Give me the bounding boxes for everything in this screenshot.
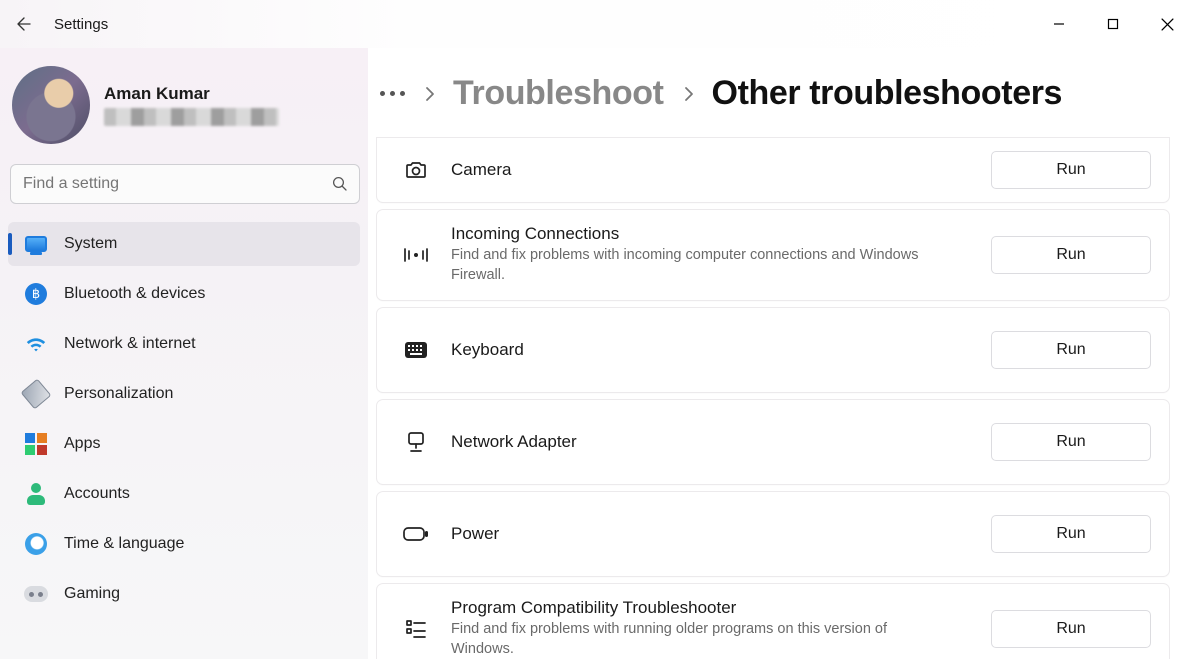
person-icon — [24, 482, 48, 506]
profile-name: Aman Kumar — [104, 84, 279, 104]
sidebar-item-label: Gaming — [64, 585, 120, 603]
troubleshooter-camera: Camera Run — [376, 137, 1170, 203]
main-content: Troubleshoot Other troubleshooters Camer… — [368, 48, 1194, 659]
troubleshooter-keyboard: Keyboard Run — [376, 307, 1170, 393]
sidebar-item-personalization[interactable]: Personalization — [8, 372, 360, 416]
chevron-right-icon — [423, 86, 435, 102]
troubleshooter-title: Keyboard — [451, 340, 975, 360]
sidebar-item-label: Time & language — [64, 535, 184, 553]
troubleshooter-title: Incoming Connections — [451, 224, 975, 244]
troubleshooter-desc: Find and fix problems with running older… — [451, 620, 931, 659]
camera-icon — [397, 158, 435, 182]
troubleshooter-network-adapter: Network Adapter Run — [376, 399, 1170, 485]
troubleshooter-list: Camera Run Incoming Connections Find and… — [376, 137, 1170, 659]
avatar — [12, 66, 90, 144]
profile-block[interactable]: Aman Kumar — [8, 60, 360, 162]
close-icon — [1161, 18, 1174, 31]
battery-icon — [397, 525, 435, 543]
maximize-icon — [1107, 18, 1119, 30]
keyboard-icon — [397, 341, 435, 359]
run-button[interactable]: Run — [991, 515, 1151, 553]
search-icon[interactable] — [331, 175, 349, 193]
paintbrush-icon — [24, 382, 48, 406]
signal-icon — [397, 243, 435, 267]
sidebar-item-gaming[interactable]: Gaming — [8, 572, 360, 616]
troubleshooter-title: Network Adapter — [451, 432, 975, 452]
troubleshooter-title: Power — [451, 524, 975, 544]
sidebar: Aman Kumar System ฿ Bluetooth & devices — [0, 48, 368, 659]
close-button[interactable] — [1140, 0, 1194, 48]
run-button[interactable]: Run — [991, 236, 1151, 274]
chevron-right-icon — [682, 86, 694, 102]
breadcrumb-overflow-button[interactable] — [380, 91, 405, 96]
sidebar-item-system[interactable]: System — [8, 222, 360, 266]
search-box[interactable] — [10, 164, 360, 204]
sidebar-item-label: Network & internet — [64, 335, 196, 353]
run-button[interactable]: Run — [991, 151, 1151, 189]
sidebar-item-time-language[interactable]: Time & language — [8, 522, 360, 566]
monitor-icon — [24, 232, 48, 256]
run-button[interactable]: Run — [991, 610, 1151, 648]
breadcrumb-current: Other troubleshooters — [712, 74, 1063, 113]
gamepad-icon — [24, 582, 48, 606]
run-button[interactable]: Run — [991, 331, 1151, 369]
run-button[interactable]: Run — [991, 423, 1151, 461]
window-title: Settings — [48, 16, 108, 33]
maximize-button[interactable] — [1086, 0, 1140, 48]
troubleshooter-incoming-connections: Incoming Connections Find and fix proble… — [376, 209, 1170, 301]
clock-globe-icon — [24, 532, 48, 556]
minimize-icon — [1053, 18, 1065, 30]
sidebar-item-label: Accounts — [64, 485, 130, 503]
minimize-button[interactable] — [1032, 0, 1086, 48]
breadcrumb: Troubleshoot Other troubleshooters — [376, 74, 1170, 113]
titlebar: Settings — [0, 0, 1194, 48]
nav-list: System ฿ Bluetooth & devices Network & i… — [8, 222, 360, 616]
sidebar-item-accounts[interactable]: Accounts — [8, 472, 360, 516]
back-button[interactable] — [0, 0, 48, 48]
troubleshooter-desc: Find and fix problems with incoming comp… — [451, 246, 931, 285]
troubleshooter-title: Program Compatibility Troubleshooter — [451, 598, 975, 618]
search-input[interactable] — [23, 175, 319, 193]
arrow-left-icon — [15, 15, 33, 33]
window-controls — [1032, 0, 1194, 48]
sidebar-item-network[interactable]: Network & internet — [8, 322, 360, 366]
list-check-icon — [397, 617, 435, 641]
sidebar-item-label: Bluetooth & devices — [64, 285, 205, 303]
bluetooth-icon: ฿ — [24, 282, 48, 306]
sidebar-item-label: Apps — [64, 435, 100, 453]
troubleshooter-program-compatibility: Program Compatibility Troubleshooter Fin… — [376, 583, 1170, 659]
network-adapter-icon — [397, 430, 435, 454]
apps-grid-icon — [24, 432, 48, 456]
profile-email-redacted — [104, 108, 279, 126]
troubleshooter-power: Power Run — [376, 491, 1170, 577]
troubleshooter-title: Camera — [451, 160, 975, 180]
profile-info: Aman Kumar — [104, 84, 279, 126]
sidebar-item-label: Personalization — [64, 385, 173, 403]
wifi-icon — [24, 332, 48, 356]
sidebar-item-label: System — [64, 235, 117, 253]
sidebar-item-apps[interactable]: Apps — [8, 422, 360, 466]
sidebar-item-bluetooth[interactable]: ฿ Bluetooth & devices — [8, 272, 360, 316]
breadcrumb-parent[interactable]: Troubleshoot — [453, 74, 664, 113]
